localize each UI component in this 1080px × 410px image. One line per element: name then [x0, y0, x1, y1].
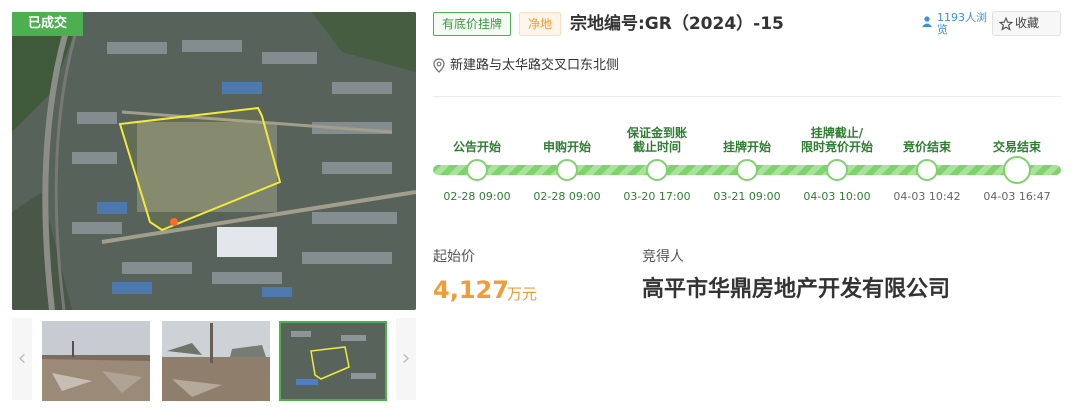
page-title: 宗地编号:GR（2024）-15 [570, 14, 784, 34]
thumbnail-carousel: ‹ › [12, 318, 416, 404]
timeline-step-label: 交易结束 [992, 140, 1041, 154]
thumbnail-site-photo-1[interactable] [42, 321, 150, 401]
thumbnail-image [281, 323, 385, 399]
auction-timeline: 公告开始 02-28 09:00 申购开始 02-28 09:00 保证金到账 截止时间… [433, 110, 1063, 210]
thumbnail-satellite-map[interactable] [279, 321, 387, 401]
tag-reserve-price: 有底价挂牌 [433, 12, 512, 36]
timeline-step-dot [736, 159, 758, 181]
status-tag-sold: 已成交 [12, 12, 84, 36]
thumbnail-site-photo-2[interactable] [162, 321, 270, 401]
main-satellite-image[interactable]: 已成交 [12, 12, 416, 310]
start-price-value: 4,127 [433, 276, 509, 304]
thumbnail-image [42, 321, 150, 401]
start-price-label: 起始价 [433, 249, 475, 265]
start-price-unit: 万元 [507, 285, 538, 303]
divider [433, 96, 1061, 97]
satellite-map-graphic [12, 12, 416, 310]
thumbnail-image [162, 321, 270, 401]
timeline-step-dot [1003, 156, 1031, 184]
favorite-button[interactable]: 收藏 [992, 11, 1061, 36]
chevron-left-icon[interactable]: ‹ [12, 318, 32, 400]
user-icon [922, 16, 932, 27]
tag-clean-land: 净地 [519, 12, 562, 36]
timeline-step-dot [556, 159, 578, 181]
timeline-step-dot [826, 159, 848, 181]
star-icon [999, 17, 1013, 31]
timeline-step-dot [916, 159, 938, 181]
favorite-label: 收藏 [1015, 16, 1040, 30]
view-count-text: 1193人浏览 [937, 11, 987, 36]
timeline-step-time: 04-03 16:47 [983, 190, 1051, 203]
timeline-step-dot [466, 159, 488, 181]
chevron-right-icon[interactable]: › [396, 318, 416, 400]
timeline-step-dot [646, 159, 668, 181]
address-text: 新建路与太华路交叉口东北侧 [450, 58, 620, 73]
address: 新建路与太华路交叉口东北侧 [433, 57, 619, 75]
location-pin-icon [433, 58, 445, 73]
winner-name: 高平市华鼎房地产开发有限公司 [642, 277, 951, 302]
winner-label: 竞得人 [642, 249, 684, 265]
land-listing-card: 已成交 ‹ › 有底价挂牌 净地 宗地编号:GR（2024）-15 1193人浏… [0, 0, 1080, 410]
